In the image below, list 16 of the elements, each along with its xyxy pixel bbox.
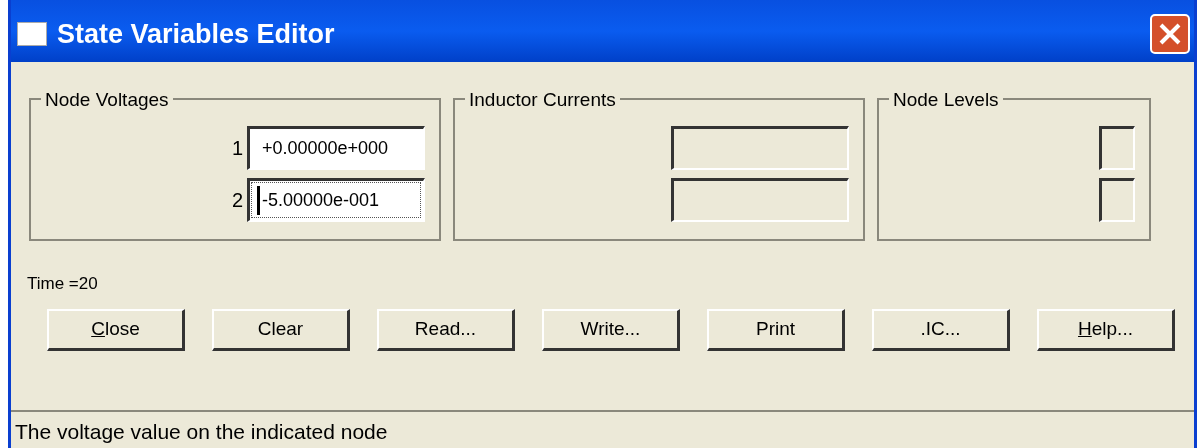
time-label: Time =20 [26, 273, 99, 295]
dialog-button[interactable]: .IC... [872, 308, 1010, 351]
dialog-button[interactable]: Close [47, 308, 185, 351]
close-icon[interactable] [1150, 14, 1190, 54]
window-title: State Variables Editor [57, 17, 336, 51]
dialog-button[interactable]: Clear [212, 308, 350, 351]
dialog-button[interactable]: Read... [377, 308, 515, 351]
dialog-button[interactable]: Write... [542, 308, 680, 351]
node-number: 2 [231, 188, 243, 213]
status-bar: The voltage value on the indicated node [11, 410, 1194, 448]
node-number: 1 [231, 136, 243, 161]
window-icon [17, 22, 47, 46]
value-field[interactable]: -5.00000e-001 [247, 178, 425, 222]
dialog-button[interactable]: Print [707, 308, 845, 351]
value-field[interactable]: +0.00000e+000 [247, 126, 425, 170]
dialog-button[interactable]: Help... [1037, 308, 1175, 351]
